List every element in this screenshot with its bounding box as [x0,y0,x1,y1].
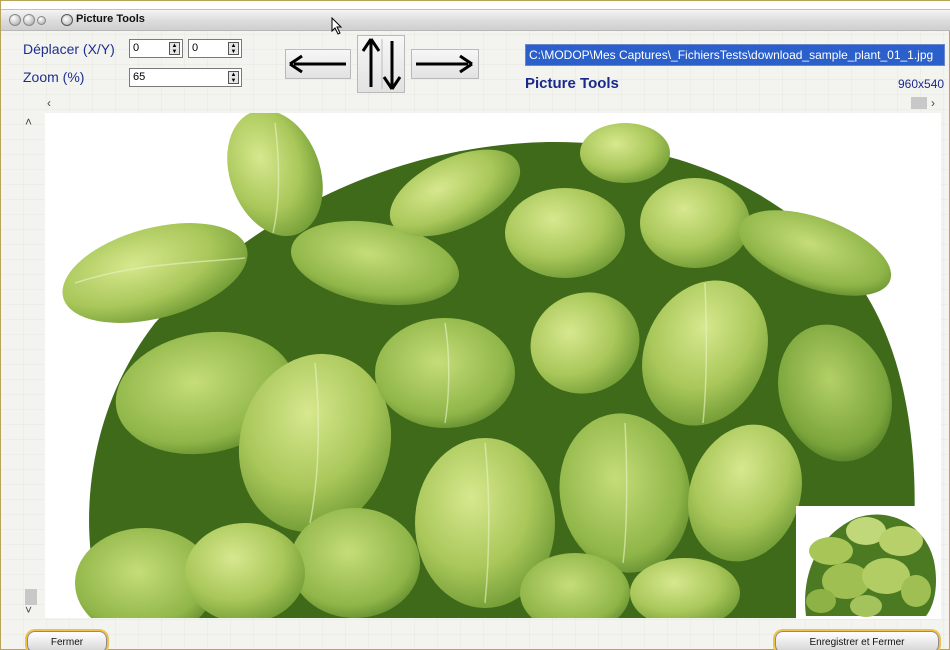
zoom-label: Zoom (%) [23,69,85,85]
picture-tools-heading: Picture Tools [525,75,619,92]
move-label: Déplacer (X/Y) [23,41,115,57]
stepper-arrows-icon[interactable]: ▲ ▼ [228,71,239,84]
app-icon [61,14,73,26]
arrow-left-icon [289,54,346,74]
close-window-icon[interactable] [9,14,21,26]
scroll-left-icon[interactable]: ‹ [47,96,51,110]
scroll-up-icon[interactable]: ˄ [25,115,32,129]
image-dimensions: 960x540 [898,77,945,91]
stepper-arrows-icon[interactable]: ▲ ▼ [169,42,180,55]
move-x-value: 0 [133,42,140,54]
move-right-button[interactable] [411,49,479,79]
window-title: Picture Tools [76,13,145,25]
thumbnail-preview[interactable] [796,506,941,619]
scroll-down-icon[interactable]: ˅ [25,603,32,617]
save-and-close-button[interactable]: Enregistrer et Fermer [775,631,939,650]
minimize-window-icon[interactable] [23,14,35,26]
move-x-stepper[interactable]: 0 ▲ ▼ [129,39,183,58]
stepper-arrows-icon[interactable]: ▲ ▼ [228,42,239,55]
move-y-stepper[interactable]: 0 ▲ ▼ [188,39,242,58]
zoom-value: 65 [133,71,146,83]
move-left-button[interactable] [285,49,351,79]
arrow-right-icon [416,54,473,74]
scroll-right-icon[interactable]: › [931,96,935,110]
thumbnail-image [805,514,937,617]
move-up-down-button[interactable] [357,35,405,93]
zoom-stepper[interactable]: 65 ▲ ▼ [129,68,242,87]
close-button[interactable]: Fermer [27,631,107,650]
mouse-cursor-icon [331,17,343,35]
horizontal-scroll-thumb[interactable] [911,97,927,109]
arrow-up-down-icon [361,38,402,90]
file-path-field[interactable]: C:\MODOP\Mes Captures\_FichiersTests\dow… [525,44,945,66]
picture-tools-window: Picture Tools Déplacer (X/Y) 0 ▲ ▼ 0 ▲ ▼ Z… [0,0,950,650]
window-controls [9,11,46,29]
maximize-window-icon[interactable] [37,15,46,25]
move-y-value: 0 [192,42,199,54]
